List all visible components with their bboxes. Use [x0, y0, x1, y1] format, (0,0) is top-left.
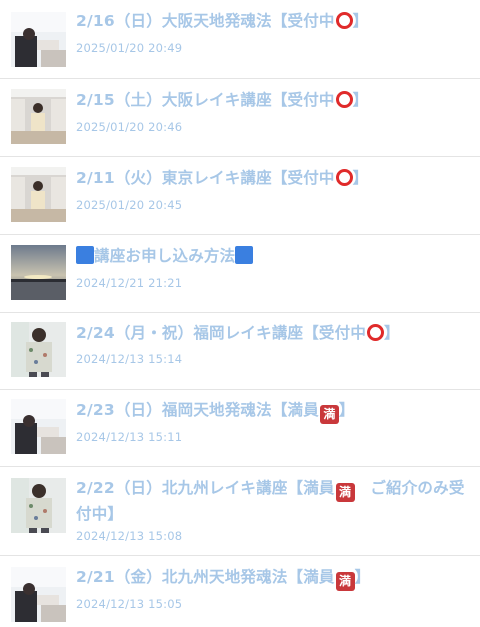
- blue-square-icon: [235, 246, 254, 264]
- post-title-text[interactable]: 講座お申し込み方法: [94, 247, 235, 265]
- list-item[interactable]: 2/23（日）福岡天地発魂法【満員満】 2024/12/13 15:11: [0, 390, 480, 466]
- post-title-link[interactable]: 2/23（日）福岡天地発魂法【満員満】: [76, 398, 470, 424]
- post-thumbnail[interactable]: [11, 478, 66, 533]
- post-list: 2/16（日）大阪天地発魂法【受付中】 2025/01/20 20:49 2/1…: [0, 0, 480, 627]
- circle-icon: [335, 91, 353, 108]
- closing-bracket: 】: [338, 401, 355, 419]
- post-date: 2024/12/21 21:21: [76, 276, 183, 290]
- post-thumbnail[interactable]: [11, 567, 66, 622]
- list-item[interactable]: 2/21（金）北九州天地発魂法【満員満】 2024/12/13 15:05: [0, 556, 480, 627]
- post-title-link[interactable]: 2/22（日）北九州レイキ講座【満員満 ご紹介のみ受付中】: [76, 476, 470, 527]
- post-date: 2024/12/13 15:11: [76, 430, 183, 444]
- closing-bracket: 】: [352, 91, 369, 109]
- post-thumbnail[interactable]: [11, 89, 66, 144]
- post-title-text[interactable]: 2/16（日）大阪天地発魂法【受付中: [76, 12, 335, 30]
- list-item[interactable]: 2/11（火）東京レイキ講座【受付中】 2025/01/20 20:45: [0, 157, 480, 234]
- post-thumbnail[interactable]: [11, 245, 66, 300]
- circle-icon: [367, 324, 385, 341]
- post-date: 2025/01/20 20:49: [76, 41, 183, 55]
- post-title-link[interactable]: 2/11（火）東京レイキ講座【受付中】: [76, 166, 470, 191]
- closing-bracket: 】: [384, 324, 400, 342]
- post-title-text[interactable]: 2/24（月・祝）福岡レイキ講座【受付中: [76, 324, 366, 342]
- post-date: 2025/01/20 20:46: [76, 120, 183, 134]
- list-item[interactable]: 2/24（月・祝）福岡レイキ講座【受付中】 2024/12/13 15:14: [0, 313, 480, 389]
- post-date: 2024/12/13 15:14: [76, 352, 183, 366]
- post-date: 2024/12/13 15:08: [76, 529, 183, 543]
- post-title-link[interactable]: 2/21（金）北九州天地発魂法【満員満】: [76, 565, 470, 591]
- post-thumbnail[interactable]: [11, 12, 66, 67]
- post-title-link[interactable]: 講座お申し込み方法: [76, 244, 470, 269]
- full-icon: 満: [335, 572, 355, 591]
- list-item[interactable]: 2/22（日）北九州レイキ講座【満員満 ご紹介のみ受付中】 2024/12/13…: [0, 467, 480, 555]
- list-item[interactable]: 2/16（日）大阪天地発魂法【受付中】 2025/01/20 20:49: [0, 0, 480, 78]
- circle-icon: [335, 169, 353, 186]
- post-title-text[interactable]: 2/21（金）北九州天地発魂法【満員: [76, 568, 335, 586]
- post-title-link[interactable]: 2/24（月・祝）福岡レイキ講座【受付中】: [76, 321, 470, 346]
- circle-icon: [335, 12, 353, 29]
- full-icon: 満: [335, 483, 355, 502]
- post-title-text[interactable]: 2/23（日）福岡天地発魂法【満員: [76, 401, 319, 419]
- post-thumbnail[interactable]: [11, 322, 66, 377]
- post-title-text[interactable]: 2/11（火）東京レイキ講座【受付中: [76, 169, 335, 187]
- full-icon: 満: [319, 405, 339, 424]
- list-item[interactable]: 2/15（土）大阪レイキ講座【受付中】 2025/01/20 20:46: [0, 79, 480, 156]
- post-thumbnail[interactable]: [11, 399, 66, 454]
- blue-square-icon: [76, 246, 94, 264]
- list-item[interactable]: 講座お申し込み方法 2024/12/21 21:21: [0, 235, 480, 312]
- post-date: 2024/12/13 15:05: [76, 597, 183, 611]
- post-title-text[interactable]: 2/15（土）大阪レイキ講座【受付中: [76, 91, 335, 109]
- post-title-link[interactable]: 2/16（日）大阪天地発魂法【受付中】: [76, 9, 470, 34]
- closing-bracket: 】: [352, 12, 369, 30]
- post-title-text[interactable]: 2/22（日）北九州レイキ講座【満員: [76, 479, 335, 497]
- post-thumbnail[interactable]: [11, 167, 66, 222]
- closing-bracket: 】: [352, 169, 369, 187]
- closing-bracket: 】: [354, 568, 371, 586]
- post-date: 2025/01/20 20:45: [76, 198, 183, 212]
- post-title-link[interactable]: 2/15（土）大阪レイキ講座【受付中】: [76, 88, 470, 113]
